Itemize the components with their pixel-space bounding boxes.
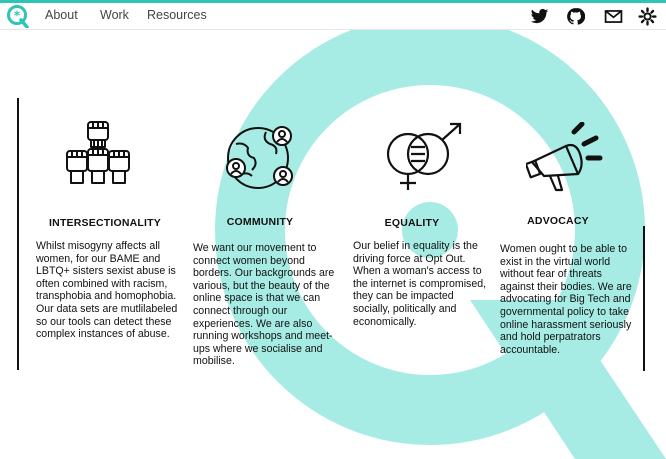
advocacy-paragraph: Women ought to be able to exist in the v… <box>500 243 632 356</box>
raised-fists-icon <box>66 121 130 184</box>
globe-people-icon <box>226 126 293 189</box>
community-text: We want our movement to connect women be… <box>193 242 339 368</box>
equality-paragraph: Our belief in equality is the driving fo… <box>353 240 487 328</box>
settings-icon[interactable] <box>638 7 657 26</box>
twitter-icon[interactable] <box>530 7 549 26</box>
intersectionality-paragraph-2: Our data sets are mutlilabeled so our to… <box>36 302 178 341</box>
svg-text:*: * <box>14 9 21 23</box>
background-logo-watermark <box>215 15 666 459</box>
equality-text: Our belief in equality is the driving fo… <box>353 240 487 328</box>
intersectionality-paragraph-1: Whilst misogyny affects all women, for o… <box>36 240 177 303</box>
top-nav: * About Work Resources <box>0 3 666 30</box>
left-divider-line <box>17 98 19 370</box>
mail-icon[interactable] <box>604 7 623 26</box>
community-title: COMMUNITY <box>226 216 294 228</box>
advocacy-text: Women ought to be able to exist in the v… <box>500 243 636 356</box>
nav-link-work[interactable]: Work <box>100 8 129 22</box>
gender-equality-icon <box>386 122 462 190</box>
community-paragraph: We want our movement to connect women be… <box>193 242 335 368</box>
advocacy-title: ADVOCACY <box>527 215 589 227</box>
nav-link-about[interactable]: About <box>45 8 78 22</box>
logo-icon[interactable]: * <box>6 4 30 28</box>
equality-title: EQUALITY <box>384 217 440 229</box>
nav-link-resources[interactable]: Resources <box>147 8 207 22</box>
right-divider-line <box>643 226 645 371</box>
megaphone-icon <box>526 122 603 192</box>
intersectionality-text: Whilst misogyny affects all women, for o… <box>36 240 182 341</box>
intersectionality-title: INTERSECTIONALITY <box>49 217 161 229</box>
github-icon[interactable] <box>566 7 585 26</box>
